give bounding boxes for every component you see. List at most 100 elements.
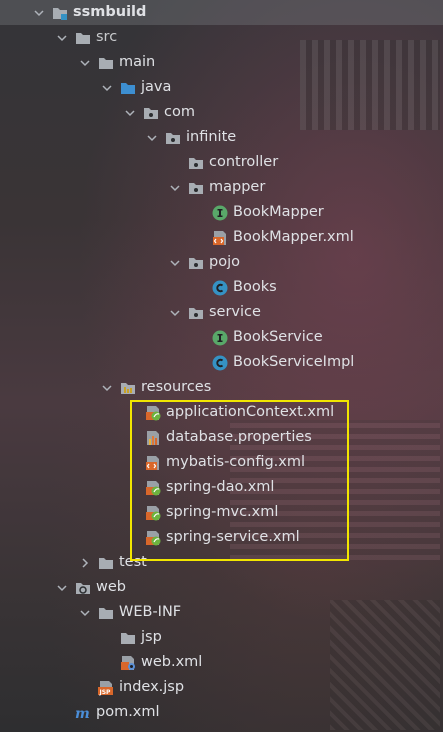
tree-label: mapper [209,179,266,195]
spring-xml-icon [145,405,161,421]
tree-row-service[interactable]: service [0,300,443,325]
chevron-down-icon[interactable] [78,606,92,620]
chevron-down-icon[interactable] [55,581,69,595]
tree-row-web[interactable]: web [0,575,443,600]
jsp-file-icon: JSP [98,680,114,696]
tree-row-jsp[interactable]: jsp [0,625,443,650]
spring-xml-icon [145,480,161,496]
tree-label: WEB-INF [119,604,182,620]
tree-row-spring-dao-xml[interactable]: spring-dao.xml [0,475,443,500]
tree-label: test [119,554,147,570]
class-icon [212,355,228,371]
xml-file-icon [145,455,161,471]
chevron-down-icon[interactable] [168,256,182,270]
tree-row-mybatis-config-xml[interactable]: mybatis-config.xml [0,450,443,475]
tree-row-pojo[interactable]: pojo [0,250,443,275]
maven-icon: m [75,705,91,721]
spring-xml-icon [145,505,161,521]
tree-label: resources [141,379,212,395]
module-folder-icon [52,5,68,21]
tree-row-database-properties[interactable]: database.properties [0,425,443,450]
xml-file-icon [212,230,228,246]
tree-row-index-jsp[interactable]: JSP index.jsp [0,675,443,700]
tree-row-pom-xml[interactable]: m pom.xml [0,700,443,725]
chevron-down-icon[interactable] [168,181,182,195]
svg-text:m: m [75,706,90,721]
tree-label: infinite [186,129,237,145]
tree-label: main [119,54,156,70]
package-icon [188,155,204,171]
properties-file-icon [145,430,161,446]
tree-label: java [141,79,172,95]
tree-label: ssmbuild [73,4,147,20]
chevron-down-icon[interactable] [32,6,46,20]
tree-label: Books [233,279,277,295]
interface-icon [212,330,228,346]
class-icon [212,280,228,296]
tree-label: web.xml [141,654,203,670]
package-icon [165,130,181,146]
folder-icon [98,55,114,71]
folder-icon [75,30,91,46]
folder-icon [98,555,114,571]
tree-row-mapper[interactable]: mapper [0,175,443,200]
tree-label: src [96,29,118,45]
tree-label: com [164,104,195,120]
tree-label: BookMapper.xml [233,229,354,245]
chevron-down-icon[interactable] [100,381,114,395]
package-icon [188,255,204,271]
resources-folder-icon [120,380,136,396]
tree-row-applicationcontext-xml[interactable]: applicationContext.xml [0,400,443,425]
tree-row-web-inf[interactable]: WEB-INF [0,600,443,625]
spring-xml-icon [145,530,161,546]
tree-row-ssmbuild[interactable]: ssmbuild [0,0,443,25]
tree-row-books[interactable]: Books [0,275,443,300]
tree-row-com[interactable]: com [0,100,443,125]
folder-icon [120,630,136,646]
tree-label: BookMapper [233,204,324,220]
tree-label: service [209,304,261,320]
tree-label: index.jsp [119,679,185,695]
svg-text:JSP: JSP [99,689,112,696]
tree-label: BookService [233,329,323,345]
package-icon [188,305,204,321]
tree-label: BookServiceImpl [233,354,355,370]
chevron-down-icon[interactable] [123,106,137,120]
tree-label: mybatis-config.xml [166,454,306,470]
chevron-down-icon[interactable] [55,31,69,45]
source-folder-icon [120,80,136,96]
tree-label: applicationContext.xml [166,404,335,420]
tree-row-infinite[interactable]: infinite [0,125,443,150]
tree-row-resources[interactable]: resources [0,375,443,400]
tree-label: pom.xml [96,704,160,720]
tree-label: controller [209,154,279,170]
tree-row-bookmapper-xml[interactable]: BookMapper.xml [0,225,443,250]
folder-icon [98,605,114,621]
tree-row-web-xml[interactable]: web.xml [0,650,443,675]
web-xml-icon [120,655,136,671]
tree-row-controller[interactable]: controller [0,150,443,175]
chevron-down-icon[interactable] [145,131,159,145]
tree-row-spring-service-xml[interactable]: spring-service.xml [0,525,443,550]
tree-row-bookservice[interactable]: BookService [0,325,443,350]
tree-label: spring-mvc.xml [166,504,279,520]
tree-row-bookmapper[interactable]: BookMapper [0,200,443,225]
tree-row-src[interactable]: src [0,25,443,50]
tree-label: web [96,579,126,595]
chevron-down-icon[interactable] [168,306,182,320]
tree-row-main[interactable]: main [0,50,443,75]
tree-row-test[interactable]: test [0,550,443,575]
chevron-down-icon[interactable] [78,56,92,70]
tree-row-spring-mvc-xml[interactable]: spring-mvc.xml [0,500,443,525]
tree-label: spring-dao.xml [166,479,275,495]
tree-label: spring-service.xml [166,529,300,545]
chevron-right-icon[interactable] [78,556,92,570]
interface-icon [212,205,228,221]
tree-label: jsp [141,629,162,645]
package-icon [188,180,204,196]
chevron-down-icon[interactable] [100,81,114,95]
tree-row-bookserviceimpl[interactable]: BookServiceImpl [0,350,443,375]
tree-label: pojo [209,254,240,270]
package-icon [143,105,159,121]
tree-row-java[interactable]: java [0,75,443,100]
